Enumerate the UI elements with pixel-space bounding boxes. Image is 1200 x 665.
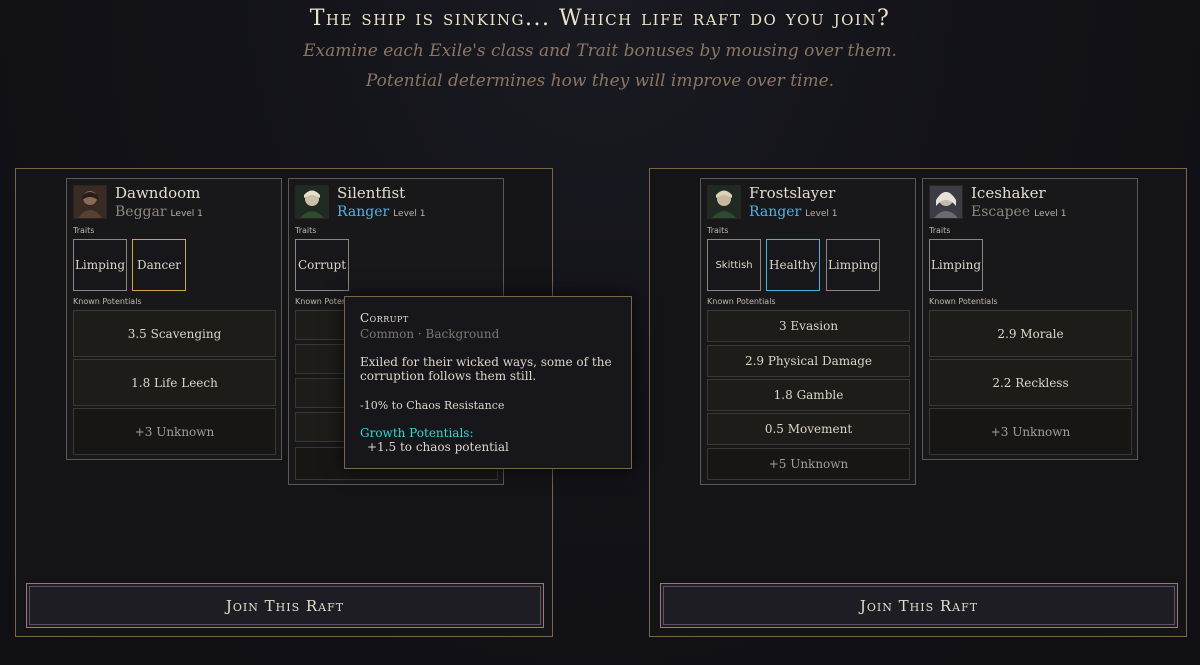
exile-name: Silentfist [337, 184, 406, 202]
known-potentials-label: Known Potentials [73, 297, 142, 306]
trait-limping[interactable]: Limping [929, 239, 983, 291]
exile-name: Frostslayer [749, 184, 836, 202]
trait-limping[interactable]: Limping [73, 239, 127, 291]
potential-physical-damage: 2.9 Physical Damage [707, 345, 910, 377]
potential-life-leech: 1.8 Life Leech [73, 359, 276, 406]
tooltip-effect: -10% to Chaos Resistance [360, 399, 505, 412]
exile-card-dawndoom[interactable]: Dawndoom Beggar Level 1 Traits Limping Da… [66, 178, 282, 460]
tooltip-meta: Common · Background [360, 327, 500, 341]
exile-class: Ranger Level 1 [337, 204, 426, 220]
raft-panel-right: Frostslayer Ranger Level 1 Traits Skittis… [649, 168, 1187, 637]
traits-label: Traits [73, 226, 95, 235]
ranger-portrait-icon [707, 185, 741, 219]
potential-unknown: +5 Unknown [707, 448, 910, 480]
join-raft-button-left[interactable]: Join This Raft [26, 583, 544, 628]
exile-class: Beggar Level 1 [115, 204, 203, 220]
exile-name: Iceshaker [971, 184, 1046, 202]
exile-class: Escapee Level 1 [971, 204, 1067, 220]
potential-unknown: +3 Unknown [73, 408, 276, 455]
trait-skittish[interactable]: Skittish [707, 239, 761, 291]
known-potentials-label: Known Potentials [929, 297, 998, 306]
exile-class: Ranger Level 1 [749, 204, 838, 220]
exile-level: Level 1 [1034, 209, 1067, 219]
instruction-line-1: Examine each Exile's class and Trait bon… [303, 41, 897, 61]
exile-level: Level 1 [170, 209, 203, 219]
exile-level: Level 1 [393, 209, 426, 219]
exile-name: Dawndoom [115, 184, 201, 202]
potential-movement: 0.5 Movement [707, 413, 910, 445]
ranger-portrait-icon [295, 185, 329, 219]
potential-gamble: 1.8 Gamble [707, 379, 910, 411]
trait-corrupt[interactable]: Corrupt [295, 239, 349, 291]
potential-reckless: 2.2 Reckless [929, 359, 1132, 406]
tooltip-growth-label: Growth Potentials: [360, 426, 474, 440]
traits-label: Traits [929, 226, 951, 235]
trait-tooltip: Corrupt Common · Background Exiled for t… [344, 296, 632, 469]
trait-limping[interactable]: Limping [826, 239, 880, 291]
tooltip-description: Exiled for their wicked ways, some of th… [360, 355, 612, 383]
traits-label: Traits [295, 226, 317, 235]
tooltip-title: Corrupt [360, 311, 409, 325]
beggar-portrait-icon [73, 185, 107, 219]
instruction-line-2: Potential determines how they will impro… [365, 71, 835, 91]
exile-card-iceshaker[interactable]: Iceshaker Escapee Level 1 Traits Limping … [922, 178, 1138, 460]
potential-scavenging: 3.5 Scavenging [73, 310, 276, 357]
potential-unknown: +3 Unknown [929, 408, 1132, 455]
trait-healthy[interactable]: Healthy [766, 239, 820, 291]
known-potentials-label: Known Potentials [707, 297, 776, 306]
join-raft-button-right[interactable]: Join This Raft [660, 583, 1178, 628]
traits-label: Traits [707, 226, 729, 235]
tooltip-growth-line: +1.5 to chaos potential [367, 440, 509, 454]
trait-dancer[interactable]: Dancer [132, 239, 186, 291]
exile-card-frostslayer[interactable]: Frostslayer Ranger Level 1 Traits Skittis… [700, 178, 916, 485]
exile-level: Level 1 [805, 209, 838, 219]
known-potentials-label: Known Poten [295, 297, 347, 306]
escapee-portrait-icon [929, 185, 963, 219]
potential-morale: 2.9 Morale [929, 310, 1132, 357]
page-title: The ship is sinking... Which life raft d… [309, 6, 891, 31]
potential-evasion: 3 Evasion [707, 310, 910, 342]
